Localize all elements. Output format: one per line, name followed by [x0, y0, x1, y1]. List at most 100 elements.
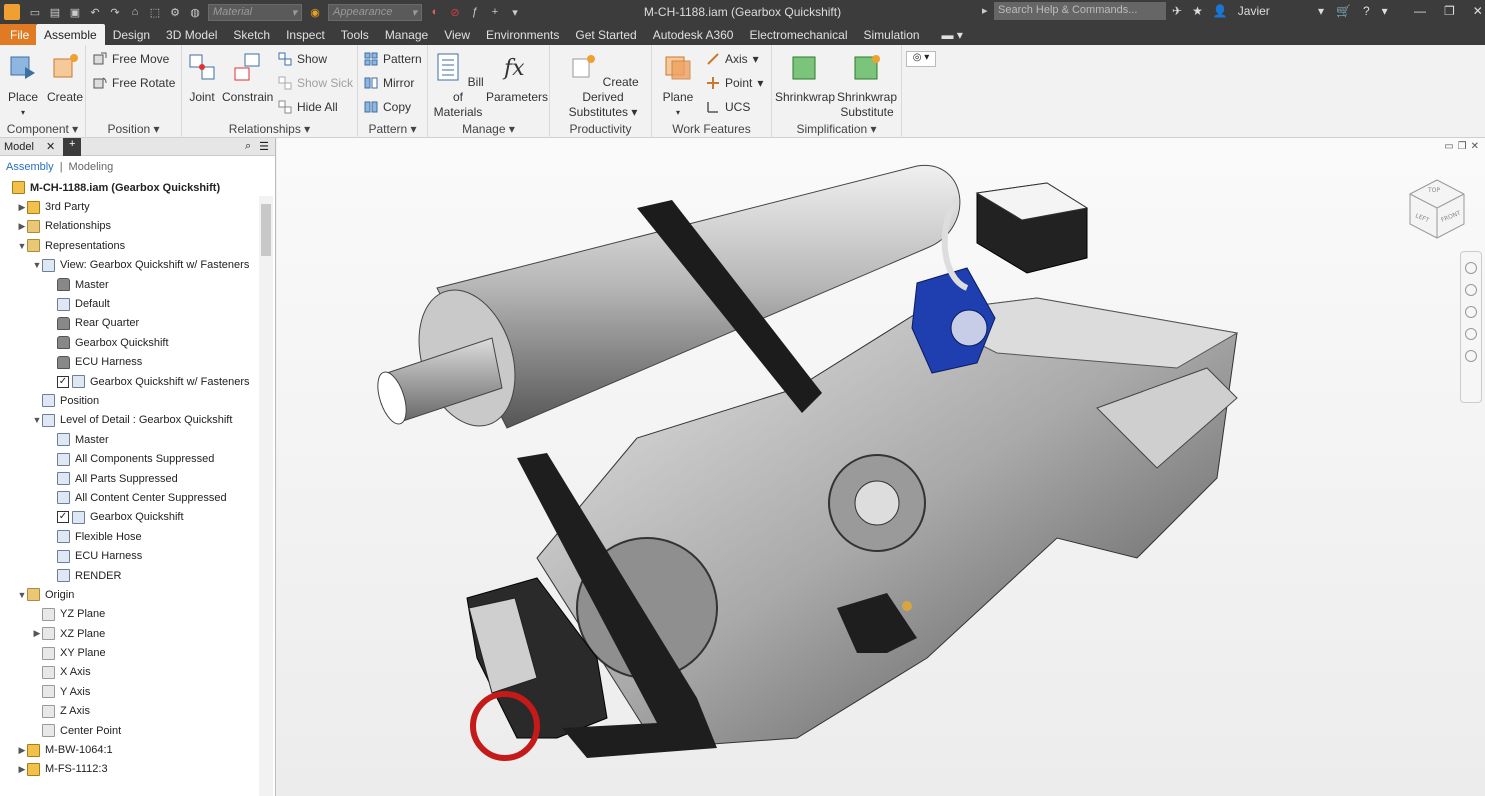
video-icon[interactable]: ▬ ▾	[928, 24, 971, 45]
create-button[interactable]: Create	[46, 51, 84, 105]
close-icon[interactable]: ✕	[1473, 4, 1483, 18]
pan-icon[interactable]	[1465, 284, 1477, 296]
browser-item[interactable]: ✓ Gearbox Quickshift	[0, 508, 275, 527]
browser-item[interactable]: Y Axis	[0, 682, 275, 701]
browser-item[interactable]: X Axis	[0, 663, 275, 682]
update-icon[interactable]: ⚙	[168, 5, 182, 19]
app-menu-icon[interactable]	[4, 4, 20, 20]
expand-icon[interactable]: ▶	[17, 764, 27, 775]
browser-scrollbar[interactable]	[259, 196, 273, 796]
mirror-button[interactable]: Mirror	[364, 76, 414, 90]
tab-file[interactable]: File	[0, 24, 36, 45]
browser-item[interactable]: Gearbox Quickshift	[0, 333, 275, 352]
tab-model[interactable]: Model	[4, 141, 34, 153]
hide-all-button[interactable]: Hide All	[278, 100, 338, 114]
free-move-button[interactable]: Free Move	[93, 52, 169, 66]
browser-item[interactable]: All Parts Suppressed	[0, 469, 275, 488]
scroll-thumb[interactable]	[261, 204, 271, 256]
minimize-icon[interactable]: —	[1414, 4, 1426, 18]
adjust-appearance-icon[interactable]: ◐	[428, 5, 442, 19]
expand-icon[interactable]: ▶	[17, 221, 27, 232]
shrinkwrap-button[interactable]: Shrinkwrap	[774, 51, 836, 105]
browser-item[interactable]: ▼ Representations	[0, 236, 275, 255]
new-file-icon[interactable]: ▭	[28, 5, 42, 19]
expand-icon[interactable]: ▶	[32, 628, 42, 639]
tab-assemble[interactable]: Assemble	[36, 24, 105, 45]
panel-title-manage[interactable]: Manage ▾	[428, 122, 549, 136]
ucs-button[interactable]: UCS	[706, 100, 750, 114]
browser-item[interactable]: Z Axis	[0, 702, 275, 721]
material-dropdown[interactable]: Material ▾	[208, 3, 302, 21]
collapse-icon[interactable]: ▼	[32, 415, 42, 425]
user-icon[interactable]: 👤	[1213, 4, 1228, 18]
create-derived-substitutes-button[interactable]: Create Derived Substitutes ▾	[556, 51, 650, 120]
graphics-viewport[interactable]: ▭ ❐ ✕ TOP LEFT FRONT	[277, 138, 1485, 796]
browser-item[interactable]: ▼ Level of Detail : Gearbox Quickshift	[0, 411, 275, 430]
active-checkmark-icon[interactable]: ✓	[57, 511, 69, 524]
undo-icon[interactable]: ↶	[88, 5, 102, 19]
view-cube[interactable]: TOP LEFT FRONT	[1402, 172, 1472, 242]
tab-3d-model[interactable]: 3D Model	[158, 24, 225, 45]
joint-button[interactable]: Joint	[184, 51, 220, 105]
user-dropdown-icon[interactable]: ▾	[1318, 4, 1324, 18]
browser-item[interactable]: Master	[0, 275, 275, 294]
tab-electromechanical[interactable]: Electromechanical	[741, 24, 855, 45]
browser-item[interactable]: ▼ View: Gearbox Quickshift w/ Fasteners	[0, 256, 275, 275]
save-icon[interactable]: ▣	[68, 5, 82, 19]
browser-item[interactable]: M-CH-1188.iam (Gearbox Quickshift)	[0, 178, 275, 197]
panel-title-relationships[interactable]: Relationships ▾	[182, 122, 357, 136]
browser-menu-icon[interactable]: ☰	[259, 140, 269, 153]
free-rotate-button[interactable]: Free Rotate	[93, 76, 175, 90]
browser-item[interactable]: ✓ Gearbox Quickshift w/ Fasteners	[0, 372, 275, 391]
browser-item[interactable]: RENDER	[0, 566, 275, 585]
copy-button[interactable]: Copy	[364, 100, 411, 114]
help-search-input[interactable]: Search Help & Commands...	[994, 2, 1166, 20]
clear-appearance-icon[interactable]: ⊘	[448, 5, 462, 19]
tab-environments[interactable]: Environments	[478, 24, 567, 45]
exchange-icon[interactable]: ✈	[1172, 4, 1182, 18]
viewcube-top[interactable]: TOP	[1427, 187, 1440, 194]
show-sick-button[interactable]: Show Sick	[278, 76, 353, 90]
look-at-icon[interactable]	[1465, 350, 1477, 362]
browser-item[interactable]: ▶ 3rd Party	[0, 197, 275, 216]
expand-icon[interactable]: ▶	[17, 202, 27, 213]
favorite-icon[interactable]: ★	[1192, 4, 1203, 18]
plus-icon[interactable]: +	[488, 5, 502, 19]
browser-item[interactable]: ECU Harness	[0, 546, 275, 565]
bill-of-materials-button[interactable]: Bill of Materials	[430, 51, 486, 120]
gearbox-model[interactable]	[277, 138, 1485, 796]
zoom-icon[interactable]	[1465, 306, 1477, 318]
panel-title-component[interactable]: Component ▾	[0, 122, 85, 136]
browser-item[interactable]: Center Point	[0, 721, 275, 740]
fx-icon[interactable]: ƒ	[468, 5, 482, 19]
collapse-icon[interactable]: ▼	[17, 590, 27, 600]
collapse-icon[interactable]: ▼	[17, 241, 27, 251]
home-icon[interactable]: ⌂	[128, 5, 142, 19]
tab-get-started[interactable]: Get Started	[567, 24, 644, 45]
color-wheel-icon[interactable]: ◉	[308, 5, 322, 19]
customize-qat-icon[interactable]: ▾	[508, 5, 522, 19]
active-checkmark-icon[interactable]: ✓	[57, 375, 69, 388]
shrinkwrap-substitute-button[interactable]: Shrinkwrap Substitute	[836, 51, 898, 120]
tab-view[interactable]: View	[436, 24, 478, 45]
tab-sketch[interactable]: Sketch	[225, 24, 278, 45]
browser-item[interactable]: Default	[0, 294, 275, 313]
close-browser-icon[interactable]: ✕	[46, 140, 55, 153]
tab-autodesk-a360[interactable]: Autodesk A360	[645, 24, 742, 45]
browser-item[interactable]: Master	[0, 430, 275, 449]
user-name[interactable]: Javier	[1238, 4, 1270, 18]
modeling-mode-link[interactable]: Modeling	[69, 161, 114, 173]
cart-icon[interactable]: 🛒	[1336, 4, 1351, 18]
tab-manage[interactable]: Manage	[377, 24, 436, 45]
open-icon[interactable]: ▤	[48, 5, 62, 19]
browser-item[interactable]: Flexible Hose	[0, 527, 275, 546]
tab-tools[interactable]: Tools	[333, 24, 377, 45]
help-dropdown-icon[interactable]: ▾	[1382, 4, 1388, 18]
axis-button[interactable]: Axis ▾	[706, 52, 759, 66]
add-browser-icon[interactable]: +	[63, 137, 82, 156]
help-icon[interactable]: ?	[1363, 4, 1370, 18]
tab-design[interactable]: Design	[105, 24, 158, 45]
tab-inspect[interactable]: Inspect	[278, 24, 333, 45]
panel-title-pattern[interactable]: Pattern ▾	[358, 122, 427, 136]
select-icon[interactable]: ⬚	[148, 5, 162, 19]
